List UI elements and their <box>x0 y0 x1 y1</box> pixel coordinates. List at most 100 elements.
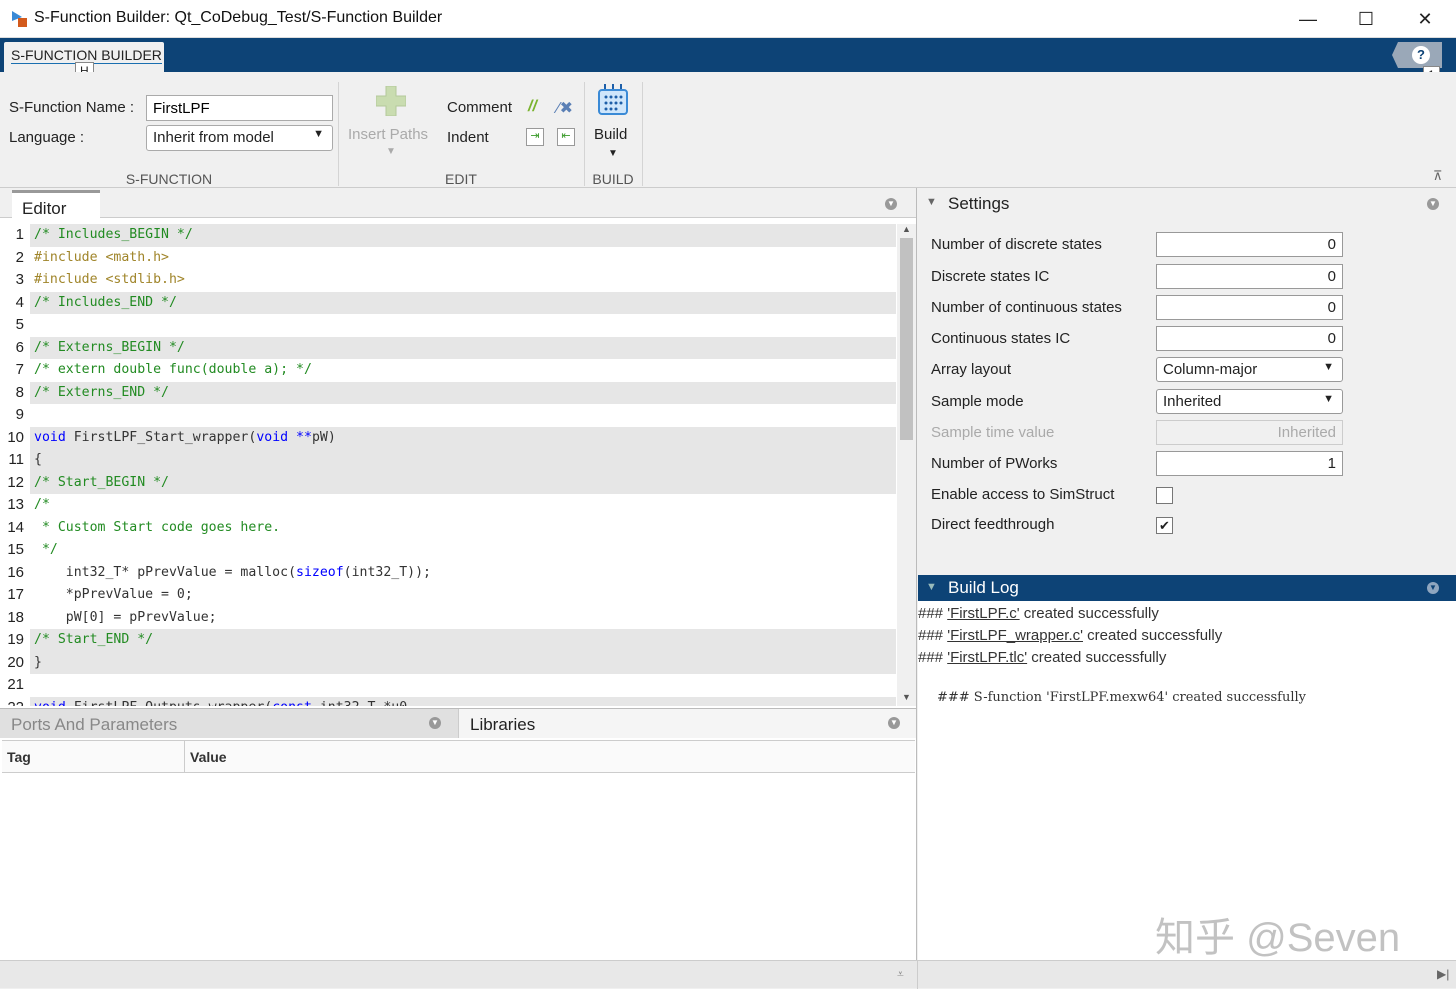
line-number: 5 <box>0 314 24 337</box>
maximize-button[interactable]: ☐ <box>1346 6 1386 32</box>
settings-header[interactable]: ▼ Settings ▼ <box>918 190 1456 218</box>
code-line[interactable]: 9 <box>0 404 896 427</box>
log-file-link[interactable]: 'FirstLPF.tlc' <box>947 649 1027 666</box>
tab-ports-and-parameters[interactable]: Ports And Parameters ▼ <box>0 709 458 738</box>
setting-label: Direct feedthrough <box>931 516 1055 533</box>
setting-input[interactable]: 0 <box>1156 232 1343 257</box>
code-line[interactable]: 18 pW[0] = pPrevValue; <box>0 606 896 630</box>
build-log-header[interactable]: ▼ Build Log ▼ <box>918 575 1456 601</box>
tab-libraries[interactable]: Libraries ▼ <box>458 709 916 738</box>
code-line[interactable]: 3 #include <stdlib.h> <box>0 269 896 292</box>
code-line[interactable]: 7 /* extern double func(double a); */ <box>0 359 896 382</box>
dropdown-value: Column-major <box>1163 361 1258 378</box>
code-token: int32_T *u0, <box>312 700 415 707</box>
code-token: /* <box>34 497 50 512</box>
chevron-down-icon: ▼ <box>1323 361 1334 373</box>
line-number: 21 <box>0 674 24 697</box>
code-line[interactable]: 12 /* Start_BEGIN */ <box>0 471 896 494</box>
ribbon-tab-strip: ? 1 <box>0 38 1456 84</box>
code-token: ** <box>296 429 312 445</box>
watermark: 知乎 @Seven <box>1155 916 1401 960</box>
panel-menu-icon[interactable]: ▼ <box>429 717 441 729</box>
code-token: *pPrevValue = 0; <box>34 587 193 602</box>
panel-menu-icon[interactable]: ▼ <box>1427 198 1439 210</box>
log-prefix: ### <box>918 649 948 666</box>
indent-icon[interactable]: ⇥ <box>526 128 544 146</box>
expand-icon[interactable]: ⩡ <box>897 967 904 982</box>
log-prefix: ### <box>918 627 948 644</box>
uncomment-icon[interactable]: ⁄✖ <box>557 98 573 118</box>
code-editor[interactable]: 1 /* Includes_BEGIN */ 2 #include <math.h> 3… <box>0 224 896 706</box>
line-number: 6 <box>0 336 24 359</box>
build-button[interactable]: Build ▼ <box>588 82 638 162</box>
code-line[interactable]: 4 /* Includes_END */ <box>0 291 896 314</box>
chevron-down-icon: ▼ <box>1323 393 1334 405</box>
code-line[interactable]: 20} <box>0 651 896 674</box>
log-suffix: created successfully <box>1027 649 1167 666</box>
setting-input[interactable]: 0 <box>1156 295 1343 320</box>
setting-input[interactable]: 0 <box>1156 326 1343 351</box>
code-token: /* Externs_END */ <box>34 384 169 400</box>
collapse-right-icon[interactable]: ▶| <box>1437 967 1449 981</box>
setting-label: Sample time value <box>931 424 1055 441</box>
code-line[interactable]: 10 void FirstLPF_Start_wrapper(void **pW) <box>0 426 896 449</box>
comment-icon[interactable]: // <box>528 98 537 116</box>
column-header-tag[interactable]: Tag <box>7 749 31 765</box>
collapse-toolstrip-icon[interactable]: ⊼ <box>1433 168 1443 184</box>
unindent-icon[interactable]: ⇤ <box>557 128 575 146</box>
code-line[interactable]: 8 /* Externs_END */ <box>0 381 896 404</box>
setting-input[interactable]: 1 <box>1156 451 1343 476</box>
column-header-value[interactable]: Value <box>190 749 227 765</box>
language-dropdown[interactable]: Inherit from model ▼ <box>146 125 333 151</box>
code-line[interactable]: 21 <box>0 674 896 697</box>
line-number: 16 <box>0 561 24 584</box>
settings-panel: ▼ Settings ▼ Number of discrete states 0 D… <box>918 188 1456 574</box>
log-file-link[interactable]: 'FirstLPF_wrapper.c' <box>947 627 1083 644</box>
build-log-final-message: ### S-function 'FirstLPF.mexw64' created… <box>937 690 1307 705</box>
code-text: pW[0] = pPrevValue; <box>30 607 896 630</box>
code-line[interactable]: 17 *pPrevValue = 0; <box>0 584 896 607</box>
sfunction-name-input[interactable] <box>146 95 333 121</box>
close-button[interactable]: ✕ <box>1405 6 1445 32</box>
panel-menu-icon[interactable]: ▼ <box>888 717 900 729</box>
chevron-down-icon: ▼ <box>386 146 396 157</box>
code-line[interactable]: 2 #include <math.h> <box>0 246 896 269</box>
code-text: int32_T* pPrevValue = malloc(sizeof(int3… <box>30 562 896 585</box>
line-number: 13 <box>0 494 24 517</box>
settings-title: Settings <box>948 194 1010 213</box>
scrollbar-thumb[interactable] <box>900 238 913 440</box>
setting-dropdown[interactable]: Inherited ▼ <box>1156 389 1343 414</box>
code-line[interactable]: 13 /* <box>0 494 896 517</box>
code-line[interactable]: 16 int32_T* pPrevValue = malloc(sizeof(i… <box>0 561 896 585</box>
code-text: /* Start_BEGIN */ <box>30 471 896 494</box>
minimize-button[interactable]: — <box>1288 6 1328 32</box>
insert-paths-button[interactable]: Insert Paths ▼ <box>342 82 438 162</box>
code-line[interactable]: 11 { <box>0 449 896 472</box>
help-button[interactable]: ? <box>1392 42 1442 68</box>
setting-input[interactable]: 0 <box>1156 264 1343 289</box>
setting-input-disabled: Inherited <box>1156 420 1343 445</box>
code-line[interactable]: 14 * Custom Start code goes here. <box>0 516 896 539</box>
code-line[interactable]: 22 void FirstLPF_Outputs_wrapper(const in… <box>0 696 896 707</box>
code-line[interactable]: 5 <box>0 314 896 337</box>
setting-checkbox[interactable] <box>1156 487 1173 504</box>
setting-label: Array layout <box>931 361 1012 378</box>
code-line[interactable]: 19 /* Start_END */ <box>0 629 896 652</box>
code-line[interactable]: 6 /* Externs_BEGIN */ <box>0 336 896 359</box>
log-file-link[interactable]: 'FirstLPF.c' <box>947 605 1019 622</box>
line-number: 15 <box>0 539 24 562</box>
code-token: } <box>34 654 42 670</box>
code-line[interactable]: 15 */ <box>0 539 896 562</box>
setting-dropdown[interactable]: Column-major ▼ <box>1156 357 1343 382</box>
line-number: 22 <box>0 696 24 706</box>
scroll-down-icon[interactable]: ▼ <box>902 692 911 702</box>
code-line[interactable]: 1 /* Includes_BEGIN */ <box>0 224 896 247</box>
tab-editor[interactable]: Editor <box>12 190 100 220</box>
editor-scrollbar[interactable]: ▲ ▼ <box>897 224 916 706</box>
setting-checkbox[interactable]: ✔ <box>1156 517 1173 534</box>
code-token: void <box>34 700 66 707</box>
collapse-triangle-icon: ▼ <box>926 581 937 593</box>
scroll-up-icon[interactable]: ▲ <box>902 224 911 234</box>
panel-menu-icon[interactable]: ▼ <box>1427 582 1439 594</box>
panel-menu-icon[interactable]: ▼ <box>885 198 897 210</box>
